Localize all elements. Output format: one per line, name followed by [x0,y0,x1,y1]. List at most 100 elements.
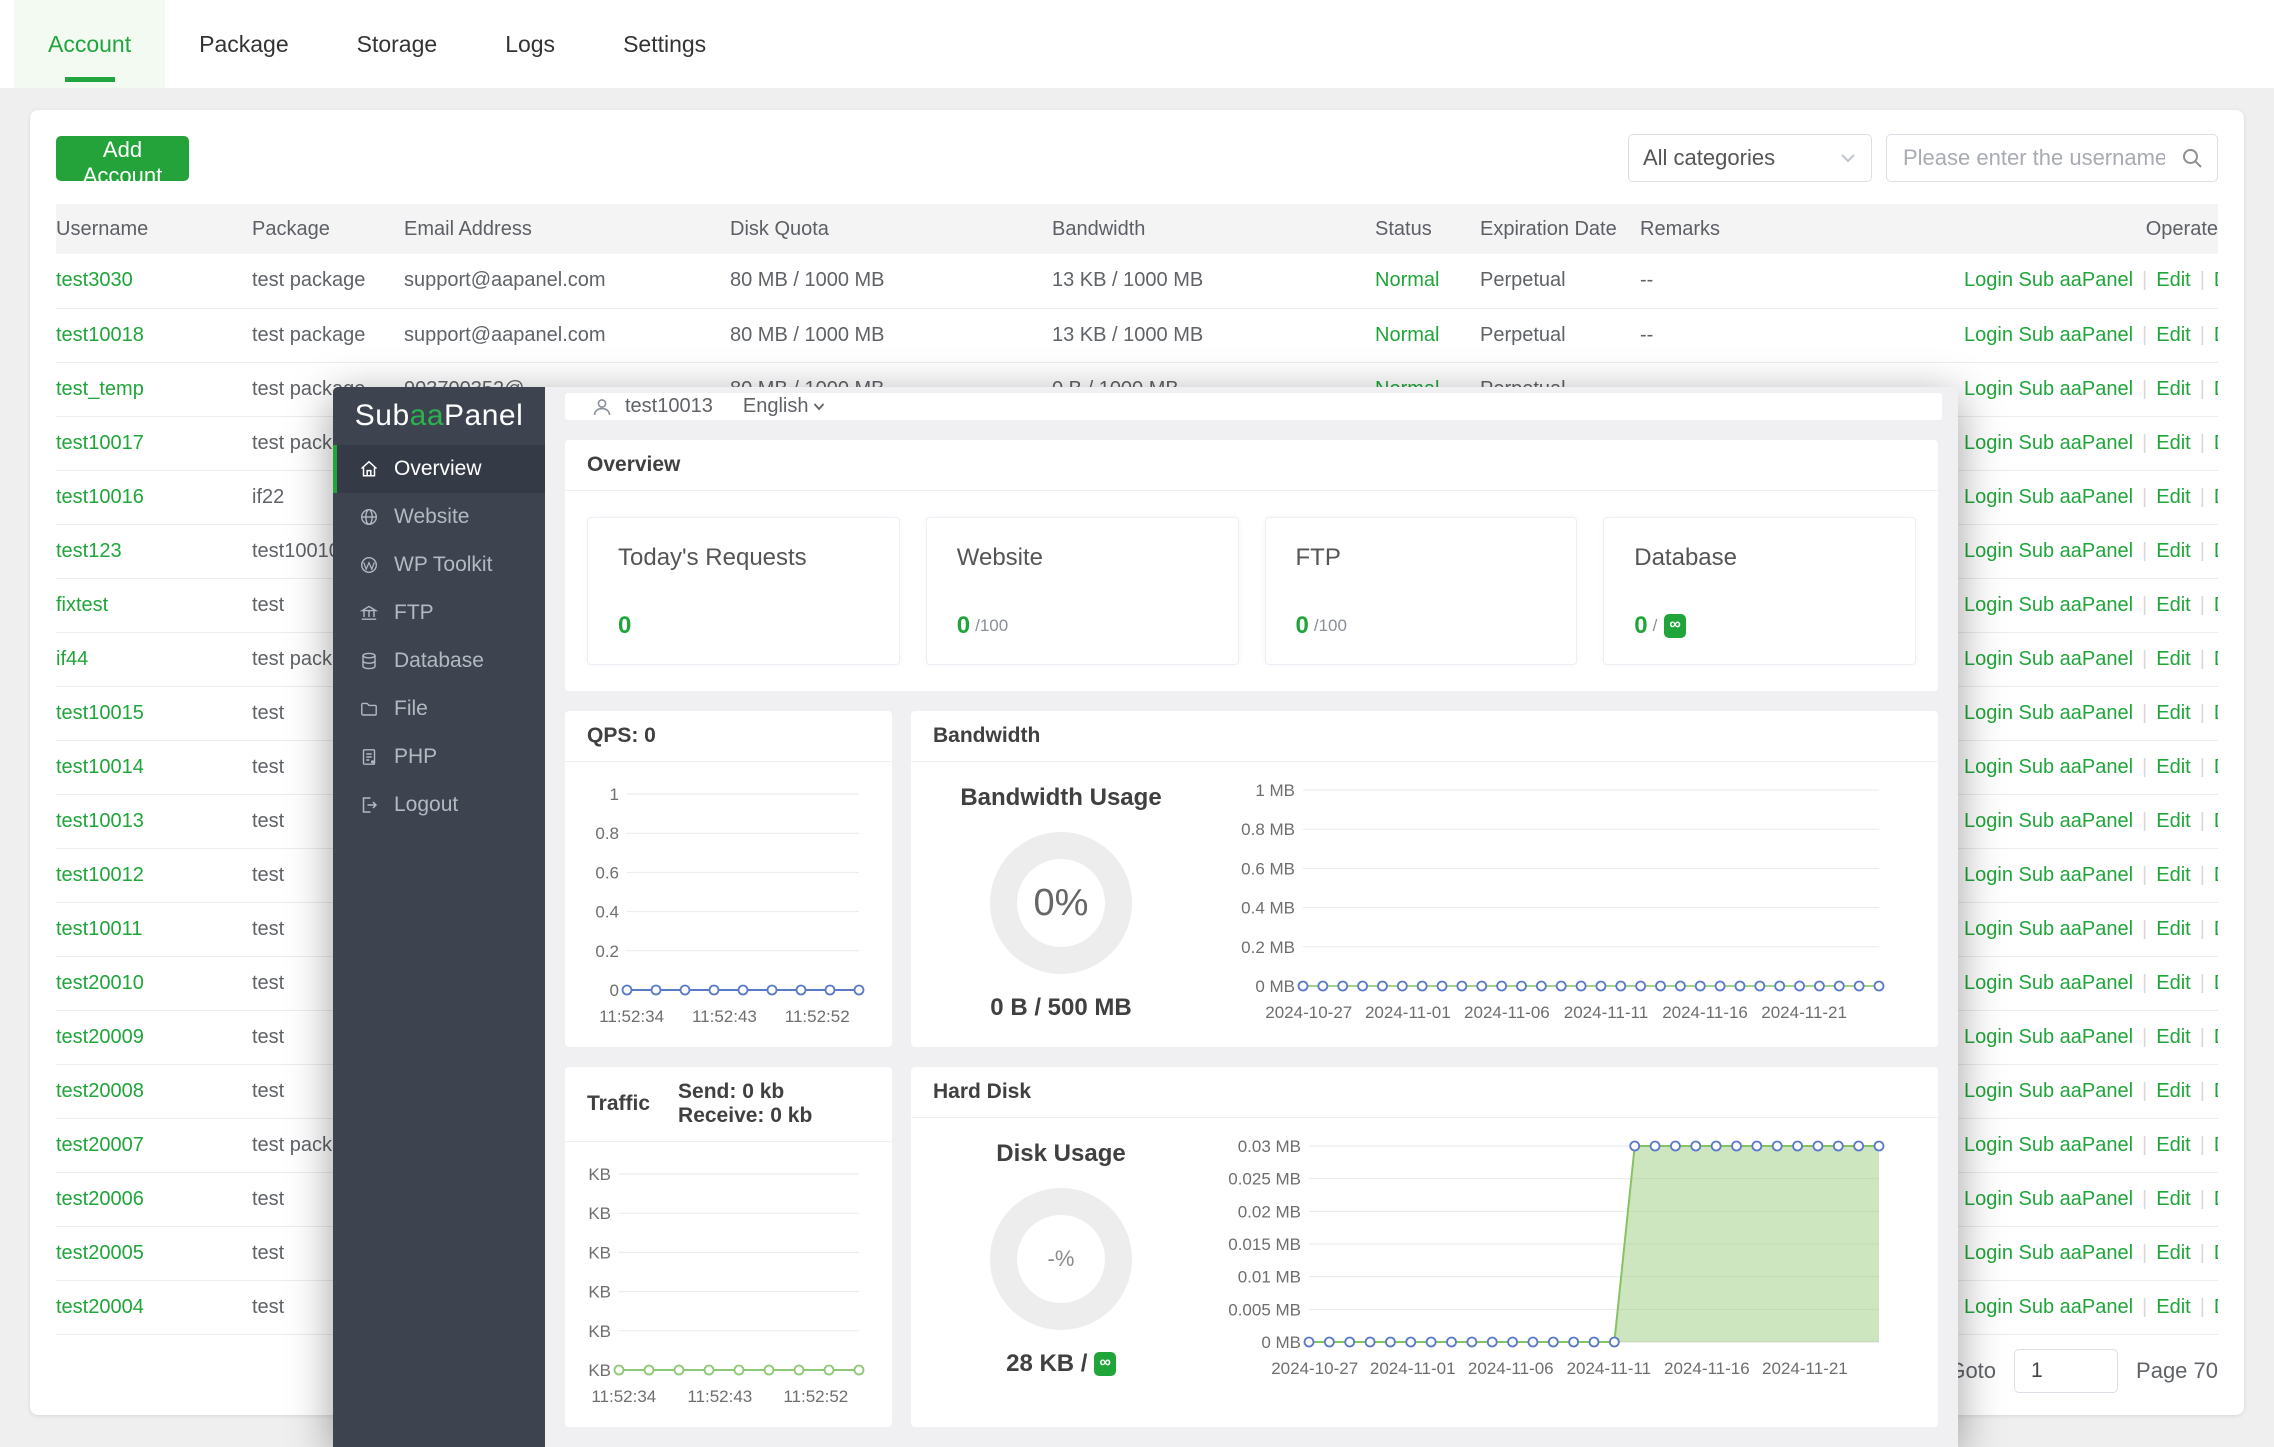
operate-link-edit[interactable]: Edit [2156,324,2190,346]
operate-link-delete[interactable]: Delete [2214,648,2218,670]
sidebar-item-ftp[interactable]: FTP [333,589,545,637]
operate-link-login-sub-aapanel[interactable]: Login Sub aaPanel [1964,918,2133,940]
home-icon [359,459,379,479]
operate-link-delete[interactable]: Delete [2214,378,2218,400]
cell-user[interactable]: test10014 [56,740,252,794]
cell-user[interactable]: test10011 [56,902,252,956]
tab-logs[interactable]: Logs [471,0,589,88]
sidebar-item-database[interactable]: Database [333,637,545,685]
operate-link-delete[interactable]: Delete [2214,1026,2218,1048]
cell-user[interactable]: test10018 [56,308,252,362]
cell-user[interactable]: test_temp [56,362,252,416]
operate-link-login-sub-aapanel[interactable]: Login Sub aaPanel [1964,594,2133,616]
operate-link-login-sub-aapanel[interactable]: Login Sub aaPanel [1964,486,2133,508]
cell-user[interactable]: test10017 [56,416,252,470]
sidebar-item-website[interactable]: Website [333,493,545,541]
operate-link-delete[interactable]: Delete [2214,540,2218,562]
operate-link-edit[interactable]: Edit [2156,1242,2190,1264]
sidebar-item-php[interactable]: PHP [333,733,545,781]
operate-link-edit[interactable]: Edit [2156,432,2190,454]
cell-user[interactable]: if44 [56,632,252,686]
operate-link-delete[interactable]: Delete [2214,702,2218,724]
operate-link-delete[interactable]: Delete [2214,269,2218,291]
cell-user[interactable]: test10016 [56,470,252,524]
operate-link-delete[interactable]: Delete [2214,864,2218,886]
operate-link-login-sub-aapanel[interactable]: Login Sub aaPanel [1964,1296,2133,1318]
cell-user[interactable]: test10013 [56,794,252,848]
sidebar-item-overview[interactable]: Overview [333,445,545,493]
cell-user[interactable]: test20010 [56,956,252,1010]
tab-package[interactable]: Package [165,0,323,88]
operate-link-delete[interactable]: Delete [2214,918,2218,940]
operate-link-edit[interactable]: Edit [2156,648,2190,670]
operate-link-edit[interactable]: Edit [2156,378,2190,400]
operate-link-delete[interactable]: Delete [2214,432,2218,454]
cell-user[interactable]: test20007 [56,1118,252,1172]
operate-link-login-sub-aapanel[interactable]: Login Sub aaPanel [1964,648,2133,670]
operate-link-delete[interactable]: Delete [2214,1242,2218,1264]
operate-link-edit[interactable]: Edit [2156,1080,2190,1102]
operate-link-edit[interactable]: Edit [2156,918,2190,940]
operate-link-edit[interactable]: Edit [2156,702,2190,724]
operate-link-delete[interactable]: Delete [2214,594,2218,616]
operate-link-delete[interactable]: Delete [2214,756,2218,778]
cell-user[interactable]: test10012 [56,848,252,902]
operate-link-edit[interactable]: Edit [2156,594,2190,616]
operate-link-edit[interactable]: Edit [2156,1188,2190,1210]
operate-link-delete[interactable]: Delete [2214,972,2218,994]
operate-link-login-sub-aapanel[interactable]: Login Sub aaPanel [1964,540,2133,562]
operate-link-login-sub-aapanel[interactable]: Login Sub aaPanel [1964,1026,2133,1048]
operate-link-delete[interactable]: Delete [2214,324,2218,346]
tab-storage[interactable]: Storage [323,0,472,88]
add-account-button[interactable]: Add Account [56,136,189,181]
cell-user[interactable]: test20009 [56,1010,252,1064]
operate-link-edit[interactable]: Edit [2156,864,2190,886]
cell-user[interactable]: test3030 [56,254,252,308]
cell-user[interactable]: test10015 [56,686,252,740]
operate-link-login-sub-aapanel[interactable]: Login Sub aaPanel [1964,1134,2133,1156]
operate-link-delete[interactable]: Delete [2214,1134,2218,1156]
operate-link-delete[interactable]: Delete [2214,486,2218,508]
operate-link-delete[interactable]: Delete [2214,1188,2218,1210]
operate-link-login-sub-aapanel[interactable]: Login Sub aaPanel [1964,1188,2133,1210]
operate-link-edit[interactable]: Edit [2156,1296,2190,1318]
operate-link-login-sub-aapanel[interactable]: Login Sub aaPanel [1964,269,2133,291]
operate-link-login-sub-aapanel[interactable]: Login Sub aaPanel [1964,1080,2133,1102]
operate-link-login-sub-aapanel[interactable]: Login Sub aaPanel [1964,810,2133,832]
tab-account[interactable]: Account [14,0,165,88]
operate-link-edit[interactable]: Edit [2156,810,2190,832]
language-select[interactable]: English [743,395,827,418]
cell-user[interactable]: fixtest [56,578,252,632]
operate-link-login-sub-aapanel[interactable]: Login Sub aaPanel [1964,1242,2133,1264]
cell-user[interactable]: test123 [56,524,252,578]
sidebar-item-file[interactable]: File [333,685,545,733]
operate-link-login-sub-aapanel[interactable]: Login Sub aaPanel [1964,432,2133,454]
operate-link-edit[interactable]: Edit [2156,972,2190,994]
operate-link-login-sub-aapanel[interactable]: Login Sub aaPanel [1964,864,2133,886]
sidebar-item-wp-toolkit[interactable]: WP Toolkit [333,541,545,589]
operate-link-delete[interactable]: Delete [2214,1296,2218,1318]
operate-link-edit[interactable]: Edit [2156,269,2190,291]
operate-link-login-sub-aapanel[interactable]: Login Sub aaPanel [1964,324,2133,346]
operate-link-login-sub-aapanel[interactable]: Login Sub aaPanel [1964,972,2133,994]
operate-link-edit[interactable]: Edit [2156,540,2190,562]
cell-user[interactable]: test20004 [56,1280,252,1334]
cell-user[interactable]: test20005 [56,1226,252,1280]
cell-user[interactable]: test20006 [56,1172,252,1226]
operate-link-edit[interactable]: Edit [2156,1026,2190,1048]
operate-link-edit[interactable]: Edit [2156,756,2190,778]
sidebar-item-logout[interactable]: Logout [333,781,545,829]
operate-link-login-sub-aapanel[interactable]: Login Sub aaPanel [1964,756,2133,778]
search-icon[interactable] [2180,146,2204,170]
operate-link-login-sub-aapanel[interactable]: Login Sub aaPanel [1964,378,2133,400]
operate-link-delete[interactable]: Delete [2214,810,2218,832]
goto-page-input[interactable] [2014,1349,2118,1393]
tab-settings[interactable]: Settings [589,0,740,88]
operate-link-login-sub-aapanel[interactable]: Login Sub aaPanel [1964,702,2133,724]
operate-link-edit[interactable]: Edit [2156,1134,2190,1156]
search-input[interactable] [1886,134,2218,182]
operate-link-delete[interactable]: Delete [2214,1080,2218,1102]
operate-link-edit[interactable]: Edit [2156,486,2190,508]
category-filter-select[interactable]: All categories [1628,134,1872,182]
cell-user[interactable]: test20008 [56,1064,252,1118]
